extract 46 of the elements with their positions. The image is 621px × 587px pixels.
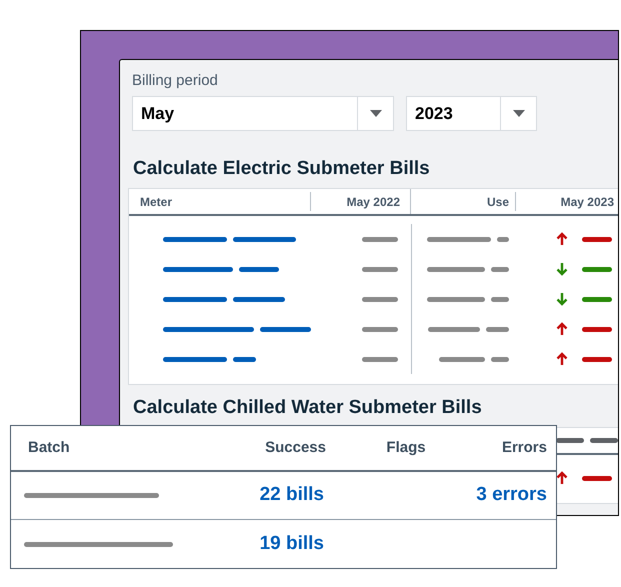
- column-header: Success: [265, 438, 326, 456]
- placeholder-bar: [427, 236, 491, 242]
- placeholder-bar: [497, 236, 509, 242]
- placeholder-bar: [260, 326, 311, 332]
- column-header: May 2023: [560, 194, 614, 210]
- placeholder-bar: [362, 296, 398, 302]
- placeholder-bar: [362, 326, 398, 332]
- column-header: Use: [486, 194, 509, 210]
- caret-icon: [512, 110, 524, 117]
- placeholder-bar: [163, 266, 233, 272]
- column-header: May 2022: [346, 194, 400, 210]
- section-title: Calculate Chilled Water Submeter Bills: [132, 397, 483, 419]
- placeholder-bar: [486, 326, 509, 332]
- placeholder-bar: [233, 356, 256, 362]
- placeholder-bar: [491, 296, 509, 302]
- success-link[interactable]: 22 bills: [260, 484, 324, 506]
- placeholder-bar: [491, 356, 509, 362]
- field-label: Billing period: [132, 71, 219, 91]
- section-title: Calculate Electric Submeter Bills: [132, 158, 431, 180]
- dropdown[interactable]: May: [132, 96, 394, 131]
- dropdown[interactable]: 2023: [406, 96, 537, 131]
- column-header: Meter: [140, 194, 172, 210]
- placeholder-bar: [491, 266, 509, 272]
- placeholder-bar: [163, 356, 227, 362]
- placeholder-bar: [239, 266, 279, 272]
- caret-icon: [370, 110, 382, 117]
- dropdown-value: May: [140, 102, 176, 125]
- placeholder-bar: [427, 296, 485, 302]
- dropdown-value: 2023: [414, 102, 454, 125]
- placeholder-bar: [362, 236, 398, 242]
- column-header: Flags: [386, 438, 426, 456]
- column-header: Errors: [502, 438, 547, 456]
- placeholder-bar: [439, 356, 485, 362]
- placeholder-bar: [590, 438, 618, 443]
- errors-link[interactable]: 3 errors: [476, 484, 547, 506]
- placeholder-bar: [163, 296, 227, 302]
- placeholder-bar: [428, 326, 480, 332]
- placeholder-bar: [362, 356, 398, 362]
- success-link[interactable]: 19 bills: [260, 532, 324, 554]
- placeholder-bar: [233, 236, 296, 242]
- placeholder-bar: [233, 296, 285, 302]
- placeholder-bar: [163, 236, 227, 242]
- placeholder-bar: [362, 266, 398, 272]
- column-header: Batch: [28, 438, 70, 456]
- placeholder-bar: [427, 266, 485, 272]
- placeholder-bar: [556, 438, 584, 443]
